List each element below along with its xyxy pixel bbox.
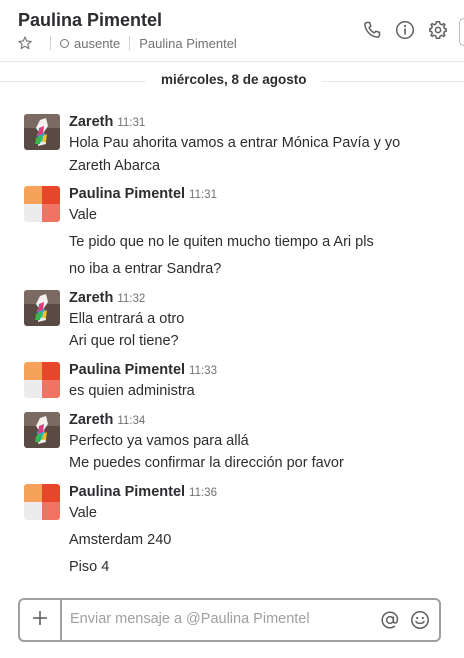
channel-meta: ausente Paulina Pimentel [18,35,237,51]
sender-name[interactable]: Paulina Pimentel [69,362,185,378]
message-text: Vale [69,505,97,521]
mention-icon[interactable] [380,610,400,630]
emoji-icon[interactable] [410,610,430,630]
message-text: Amsterdam 240 [69,532,172,548]
sender-name[interactable]: Zareth [69,114,113,130]
message-time[interactable]: 11:32 [117,293,145,305]
attach-button[interactable] [20,600,62,640]
sender-name[interactable]: Paulina Pimentel [69,186,185,202]
message-composer: Enviar mensaje a @Paulina Pimentel [18,598,441,642]
message-text: Zareth Abarca [69,158,161,174]
message-sender: Paulina Pimentel 11:36 [69,484,217,500]
message-time[interactable]: 11:36 [189,487,217,499]
message-text: Me puedes confirmar la dirección por fav… [69,455,344,471]
member-full-name: Paulina Pimentel [139,35,237,51]
message-time[interactable]: 11:34 [117,415,145,427]
meta-divider [50,36,51,50]
message-text: Hola Pau ahorita vamos a entrar Mónica P… [69,135,401,151]
plus-icon [32,610,48,631]
meta-divider [129,36,131,50]
message-text: Vale [69,207,97,223]
message-sender: Zareth 11:34 [69,412,145,428]
gear-icon[interactable] [427,19,449,41]
message-sender: Paulina Pimentel 11:33 [69,362,217,378]
message-time[interactable]: 11:31 [117,117,145,129]
message-time[interactable]: 11:33 [189,365,217,377]
sender-name[interactable]: Paulina Pimentel [69,484,185,500]
star-icon[interactable] [18,36,32,50]
message-text: Ella entrará a otro [69,311,185,327]
avatar[interactable] [24,362,60,398]
info-icon[interactable] [394,19,416,41]
date-divider-label[interactable]: miércoles, 8 de agosto [146,72,322,87]
avatar[interactable] [24,186,60,222]
header-overflow-button[interactable] [459,18,464,46]
channel-title[interactable]: Paulina Pimentel [18,10,162,31]
avatar[interactable] [24,290,60,326]
presence-icon [60,38,69,48]
message-text: Perfecto ya vamos para allá [69,433,249,449]
phone-icon[interactable] [361,19,383,41]
avatar[interactable] [24,484,60,520]
message-text: Te pido que no le quiten mucho tiempo a … [69,234,374,250]
presence-status: ausente [74,35,121,51]
message-time[interactable]: 11:31 [189,189,217,201]
date-divider: miércoles, 8 de agosto [0,70,464,92]
message-input[interactable]: Enviar mensaje a @Paulina Pimentel [70,611,310,627]
message-text: es quien administra [69,383,195,399]
sender-name[interactable]: Zareth [69,412,113,428]
message-text: no iba a entrar Sandra? [69,261,222,277]
message-sender: Paulina Pimentel 11:31 [69,186,217,202]
avatar[interactable] [24,412,60,448]
sender-name[interactable]: Zareth [69,290,113,306]
message-text: Piso 4 [69,559,110,575]
avatar[interactable] [24,114,60,150]
message-text: Ari que rol tiene? [69,333,179,349]
message-sender: Zareth 11:31 [69,114,145,130]
message-sender: Zareth 11:32 [69,290,145,306]
channel-header: Paulina Pimentel ausente Paulina Pimente… [0,0,464,62]
